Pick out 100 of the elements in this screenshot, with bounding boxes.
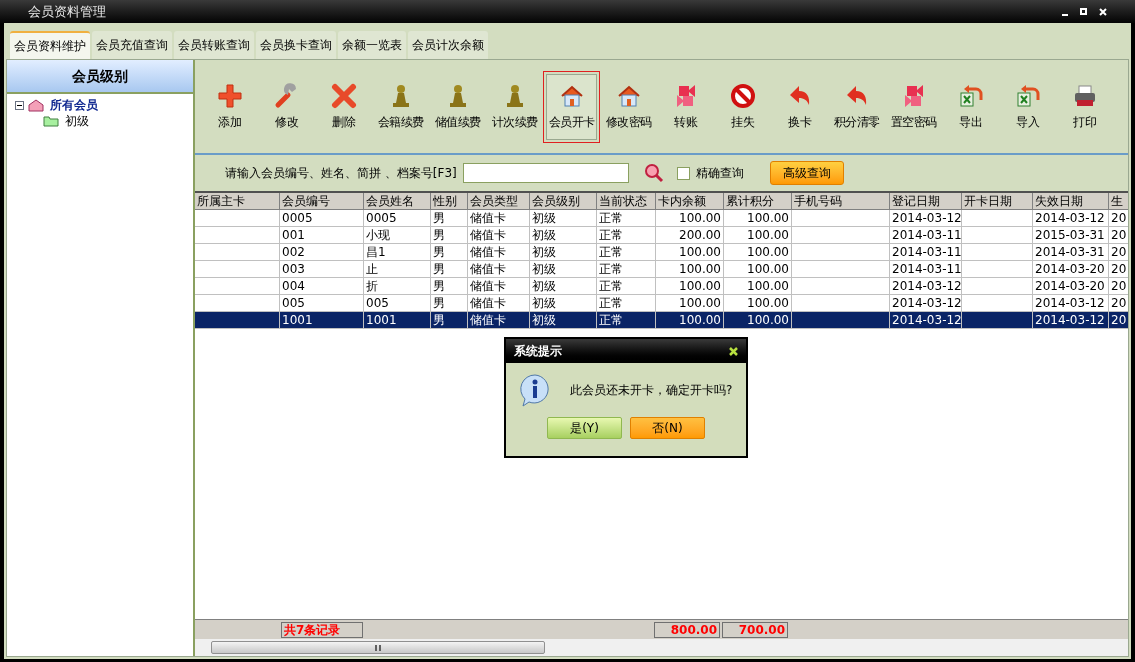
- tab[interactable]: 余额一览表: [338, 31, 406, 59]
- toolbar-button[interactable]: 修改: [258, 70, 315, 143]
- column-header[interactable]: 会员级别: [530, 193, 597, 210]
- horizontal-scrollbar[interactable]: [195, 639, 1128, 656]
- toolbar-button[interactable]: 会员开卡: [543, 70, 600, 143]
- table-cell: 002: [280, 244, 364, 261]
- record-count: 共7条记录: [281, 621, 363, 638]
- table-cell: 20: [1109, 210, 1128, 227]
- minimize-icon[interactable]: [1062, 13, 1068, 16]
- close-icon[interactable]: [729, 346, 738, 356]
- table-cell: 100.00: [724, 312, 792, 329]
- column-header[interactable]: 生: [1109, 193, 1128, 210]
- toolbar-button[interactable]: 计次续费: [486, 70, 543, 143]
- tab[interactable]: 会员充值查询: [92, 31, 172, 59]
- table-cell: 20: [1109, 227, 1128, 244]
- column-header[interactable]: 登记日期: [890, 193, 962, 210]
- table-cell: 1001: [364, 312, 431, 329]
- toolbar-button[interactable]: 导入: [999, 70, 1056, 143]
- toolbar-button[interactable]: 储值续费: [429, 70, 486, 143]
- window-title: 会员资料管理: [28, 2, 106, 21]
- column-header[interactable]: 失效日期: [1033, 193, 1109, 210]
- column-header[interactable]: 性别: [431, 193, 468, 210]
- table-row[interactable]: 002 昌1 男 储值卡 初级 正常 100.00 100.00 2014-03-11 2014-03-31 20: [195, 244, 1128, 261]
- table-cell: 200.00: [656, 227, 724, 244]
- table-cell: 1001: [280, 312, 364, 329]
- balance-total: 800.00: [654, 621, 720, 638]
- no-button[interactable]: 否(N): [630, 417, 705, 439]
- folder-icon: [43, 115, 59, 127]
- tab[interactable]: 会员换卡查询: [256, 31, 336, 59]
- tree-item[interactable]: 所有会员: [48, 96, 100, 114]
- table-cell: 止: [364, 261, 431, 278]
- collapse-icon[interactable]: [15, 100, 24, 110]
- table-cell: 100.00: [724, 227, 792, 244]
- toolbar-button[interactable]: 换卡: [771, 70, 828, 143]
- table-cell: 男: [431, 244, 468, 261]
- table-cell: 小现: [364, 227, 431, 244]
- toolbar-button[interactable]: 导出: [942, 70, 999, 143]
- info-icon: [518, 373, 552, 407]
- dialog-message: 此会员还未开卡，确定开卡吗?: [570, 382, 733, 399]
- table-cell: 初级: [530, 227, 597, 244]
- table-cell: 储值卡: [468, 312, 530, 329]
- table-cell: 100.00: [724, 210, 792, 227]
- table-row[interactable]: 001 小现 男 储值卡 初级 正常 200.00 100.00 2014-03-11 2015-03-31 20: [195, 227, 1128, 244]
- toolbar-button[interactable]: 会籍续费: [372, 70, 429, 143]
- column-header[interactable]: 开卡日期: [962, 193, 1033, 210]
- column-header[interactable]: 会员编号: [280, 193, 364, 210]
- table-cell: 初级: [530, 261, 597, 278]
- column-header[interactable]: 会员类型: [468, 193, 530, 210]
- table-cell: 初级: [530, 278, 597, 295]
- search-field[interactable]: [462, 163, 629, 183]
- table-cell: 100.00: [656, 312, 724, 329]
- toolbar-button[interactable]: 打印: [1056, 70, 1113, 143]
- table-row[interactable]: 1001 1001 男 储值卡 初级 正常 100.00 100.00 2014-03-12 2014-03-12 20: [195, 312, 1128, 329]
- table-cell: 0005: [364, 210, 431, 227]
- table-cell: 男: [431, 278, 468, 295]
- toolbar-button[interactable]: 添加: [201, 70, 258, 143]
- spreadsheet-arrow-icon: [957, 82, 984, 109]
- toolbar-button[interactable]: 转账: [657, 70, 714, 143]
- table-row[interactable]: 003 止 男 储值卡 初级 正常 100.00 100.00 2014-03-11 2014-03-20 20: [195, 261, 1128, 278]
- column-header[interactable]: 当前状态: [597, 193, 656, 210]
- tab[interactable]: 会员资料维护: [10, 31, 90, 59]
- table-cell: 2014-03-12: [890, 210, 962, 227]
- scrollbar-thumb[interactable]: [211, 641, 545, 654]
- tab[interactable]: 会员转账查询: [174, 31, 254, 59]
- yes-button[interactable]: 是(Y): [547, 417, 622, 439]
- cross-icon: [330, 82, 357, 109]
- toolbar-button[interactable]: 置空密码: [885, 70, 942, 143]
- table-cell: 004: [280, 278, 364, 295]
- exact-match-checkbox[interactable]: [676, 166, 690, 180]
- table-cell: 2014-03-11: [890, 244, 962, 261]
- table-cell: 2014-03-12: [890, 278, 962, 295]
- column-header[interactable]: 累计积分: [724, 193, 792, 210]
- table-row[interactable]: 004 折 男 储值卡 初级 正常 100.00 100.00 2014-03-12 2014-03-20 20: [195, 278, 1128, 295]
- column-header[interactable]: 卡内余额: [656, 193, 724, 210]
- points-total: 700.00: [722, 621, 788, 638]
- table-cell: 20: [1109, 278, 1128, 295]
- table-cell: 储值卡: [468, 244, 530, 261]
- table-cell: 储值卡: [468, 210, 530, 227]
- column-header[interactable]: 所属主卡: [195, 193, 280, 210]
- search-icon[interactable]: [642, 162, 665, 184]
- table-cell: 100.00: [656, 278, 724, 295]
- table-cell: 2014-03-11: [890, 227, 962, 244]
- toolbar-button[interactable]: 修改密码: [600, 70, 657, 143]
- toolbar-button[interactable]: 积分清零: [828, 70, 885, 143]
- maximize-icon[interactable]: [1080, 8, 1087, 15]
- table-cell: 2014-03-20: [1033, 278, 1109, 295]
- table-cell: 20: [1109, 312, 1128, 329]
- sidebar-title: 会员级别: [7, 60, 193, 94]
- table-cell: 20: [1109, 244, 1128, 261]
- table-cell: 正常: [597, 312, 656, 329]
- advanced-search-button[interactable]: 高级查询: [769, 161, 844, 185]
- tab[interactable]: 会员计次余额: [408, 31, 488, 59]
- tree-item[interactable]: 初级: [63, 112, 91, 130]
- table-row[interactable]: 0005 0005 男 储值卡 初级 正常 100.00 100.00 2014-03-12 2014-03-12 20: [195, 210, 1128, 227]
- toolbar-button[interactable]: 挂失: [714, 70, 771, 143]
- column-header[interactable]: 手机号码: [792, 193, 890, 210]
- toolbar-button[interactable]: 删除: [315, 70, 372, 143]
- column-header[interactable]: 会员姓名: [364, 193, 431, 210]
- table-cell: 100.00: [656, 261, 724, 278]
- table-cell: 正常: [597, 210, 656, 227]
